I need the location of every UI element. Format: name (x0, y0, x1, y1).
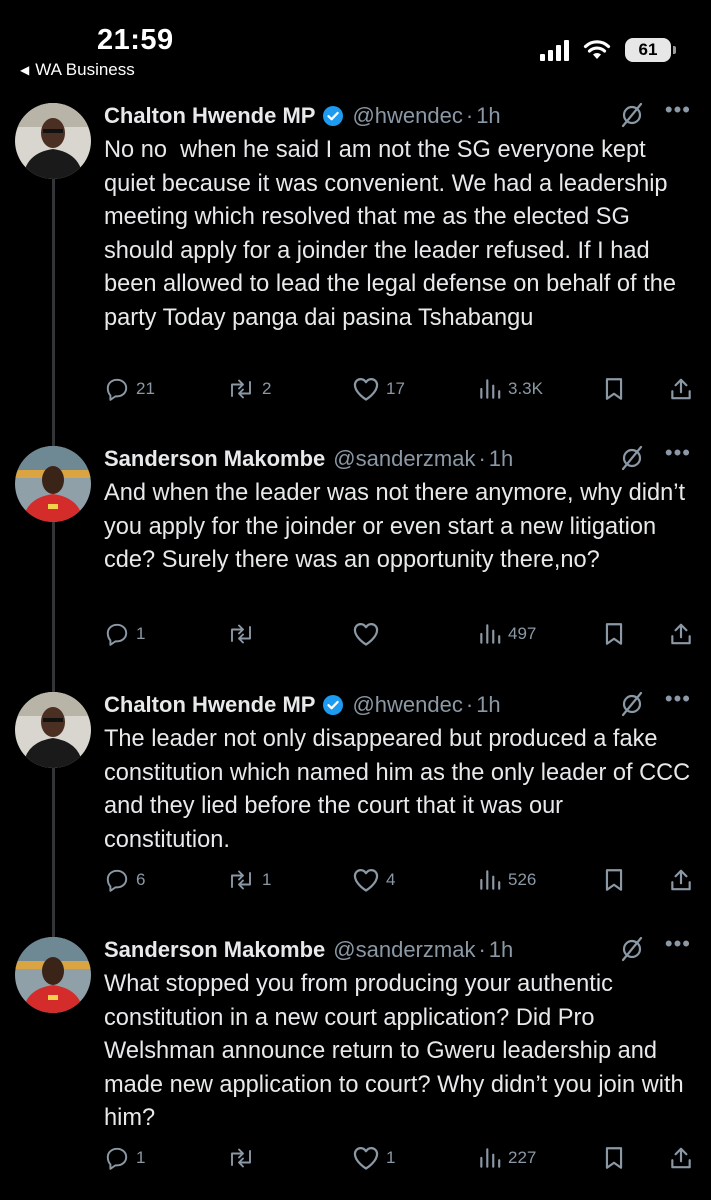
views-icon (480, 1148, 501, 1168)
repost-icon (231, 1148, 251, 1168)
tweet-time[interactable]: 1h (489, 937, 513, 963)
more-icon[interactable]: ••• (665, 931, 691, 957)
like-count: 1 (386, 1148, 396, 1167)
like-icon (353, 1146, 379, 1170)
author-handle[interactable]: @sanderzmak (333, 937, 475, 963)
tweet[interactable]: Sanderson Makombe @sanderzmak · 1h ••• W… (0, 0, 711, 1200)
tweet-actions: 1 1 227 (104, 1145, 694, 1175)
like-button[interactable]: 1 (352, 1145, 395, 1171)
views-button[interactable]: 227 (478, 1145, 536, 1171)
bookmark-icon (605, 1147, 623, 1169)
tweet-text: What stopped you from producing your aut… (104, 971, 691, 1131)
tweet-header: Sanderson Makombe @sanderzmak · 1h ••• (104, 931, 691, 963)
share-icon (671, 1147, 691, 1169)
bookmark-button[interactable] (602, 1145, 626, 1171)
share-button[interactable] (668, 1145, 694, 1171)
author-name[interactable]: Sanderson Makombe (104, 937, 325, 963)
reply-count: 1 (136, 1148, 146, 1167)
reply-icon (106, 1147, 128, 1170)
avatar[interactable] (15, 937, 91, 1013)
repost-button[interactable] (226, 1145, 262, 1171)
views-count: 227 (508, 1148, 537, 1167)
reply-button[interactable]: 1 (104, 1145, 145, 1171)
grok-icon[interactable] (619, 936, 645, 968)
